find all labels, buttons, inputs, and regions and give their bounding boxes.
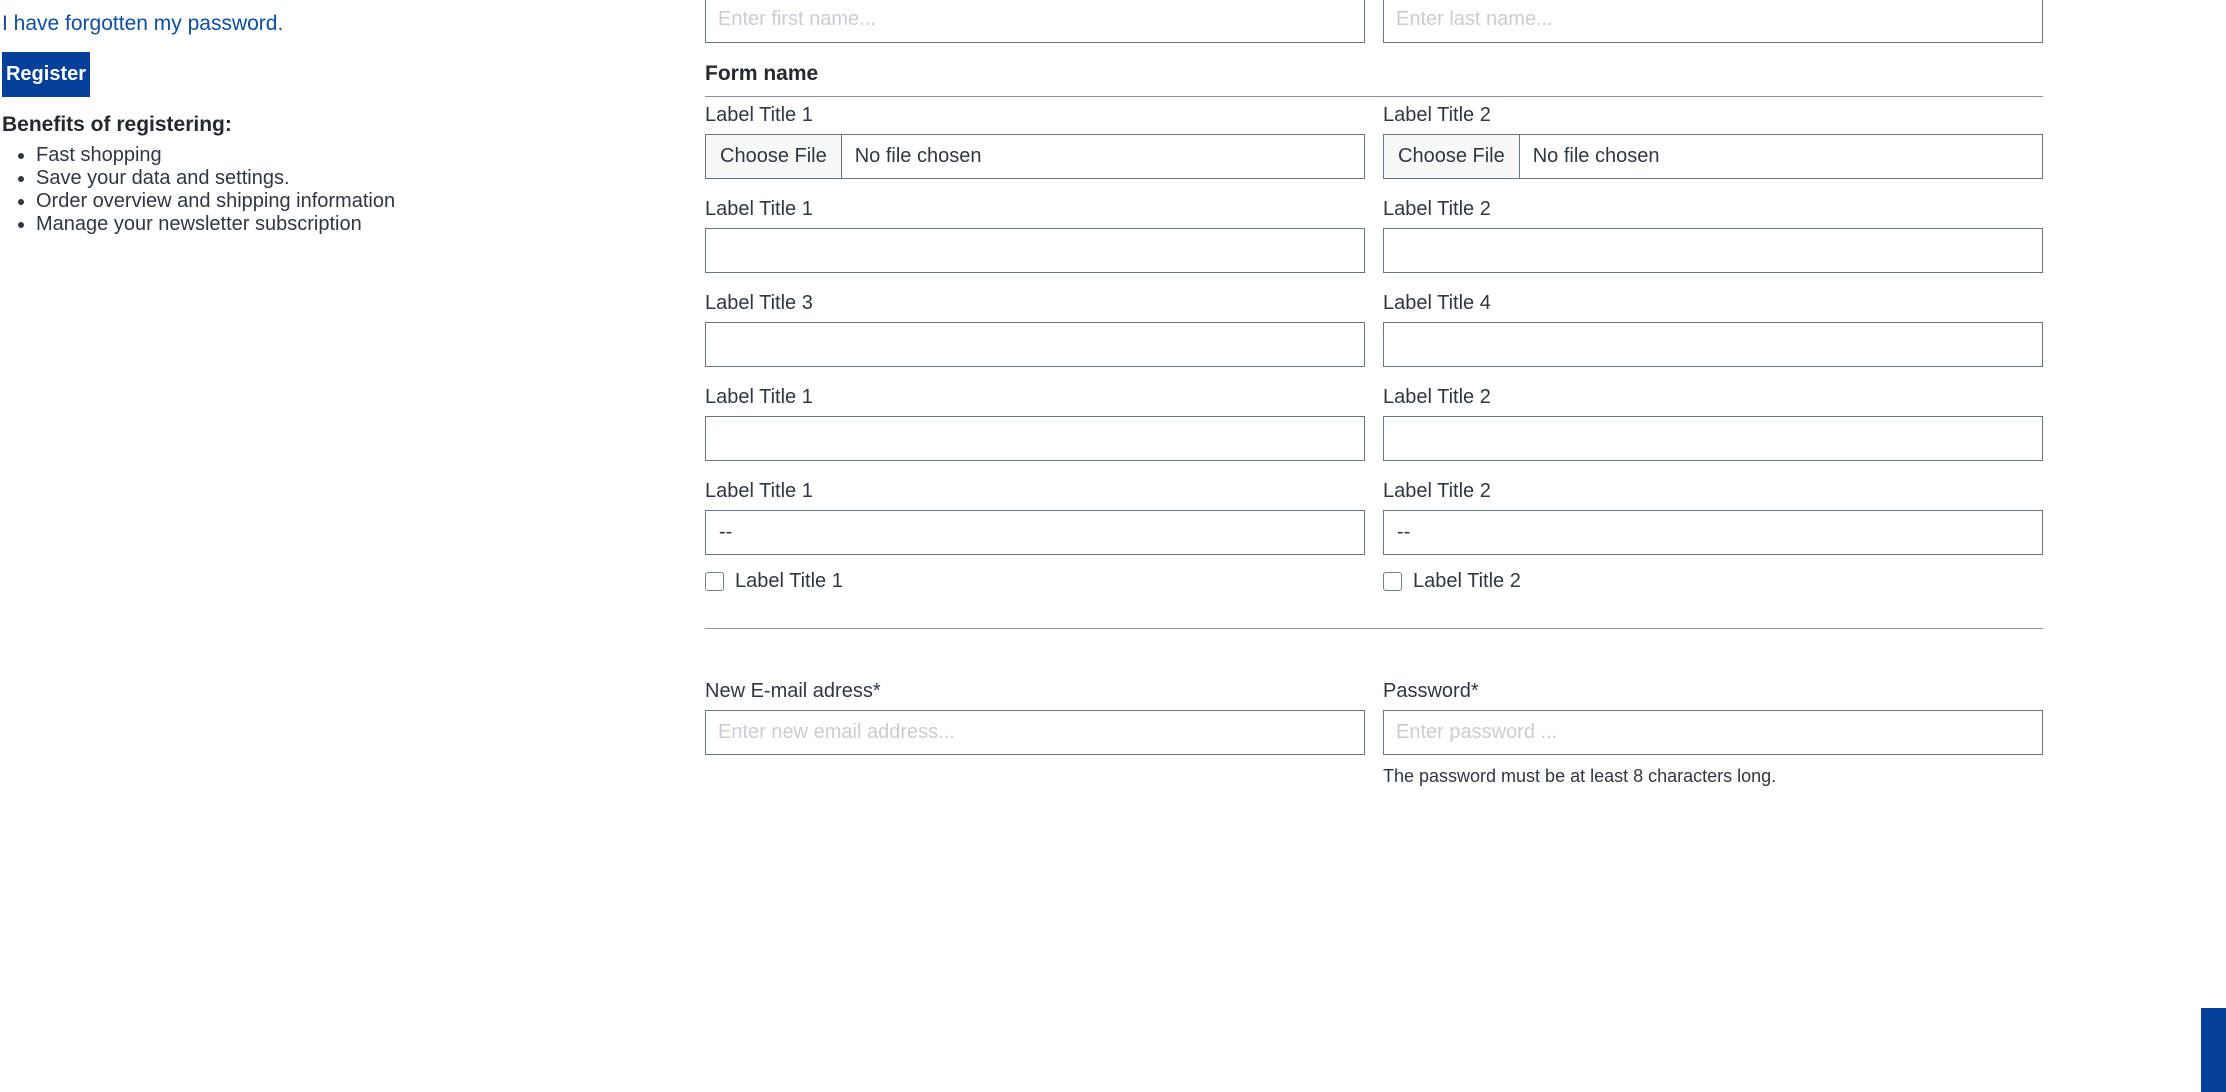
field-right: Label Title 4: [1383, 292, 2043, 367]
last-name-input[interactable]: [1383, 0, 2043, 43]
field-label: Label Title 2: [1383, 104, 1491, 126]
benefits-heading: Benefits of registering:: [2, 113, 232, 136]
file-field-left: Label Title 1 Choose File No file chosen: [705, 104, 1365, 179]
field-label: Label Title 2: [1383, 198, 1491, 220]
credentials-row: New E-mail adress* Password* The passwor…: [705, 680, 2043, 787]
checkbox-row: Label Title 1 Label Title 2: [705, 570, 2043, 593]
file-status-text: No file chosen: [854, 145, 982, 167]
password-hint-text: The password must be at least 8 characte…: [1383, 766, 1777, 786]
select-left[interactable]: --: [705, 510, 1365, 555]
first-name-input[interactable]: [705, 0, 1365, 43]
edge-accent-bar: [2201, 1008, 2226, 1092]
field-left: Label Title 1: [705, 198, 1365, 273]
name-row: [705, 0, 2043, 43]
field-label: Label Title 4: [1383, 292, 1491, 314]
field-right: Label Title 2: [1383, 198, 2043, 273]
email-field: New E-mail adress*: [705, 680, 1365, 787]
checkbox-unchecked-icon[interactable]: [1383, 572, 1402, 591]
list-item: Save your data and settings.: [36, 167, 395, 190]
text-input-b-right[interactable]: [1383, 322, 2043, 367]
section-divider: [705, 96, 2043, 97]
field-label: Label Title 3: [705, 292, 813, 314]
file-input-right[interactable]: Choose File No file chosen: [1383, 134, 2043, 179]
field-left: Label Title 1: [705, 386, 1365, 461]
file-field-right: Label Title 2 Choose File No file chosen: [1383, 104, 2043, 179]
field-label: Label Title 2: [1383, 480, 1491, 502]
text-input-row-c: Label Title 1 Label Title 2: [705, 386, 2043, 461]
file-status-text: No file chosen: [1532, 145, 1660, 167]
checkbox-label[interactable]: Label Title 2: [1413, 570, 1521, 593]
select-right[interactable]: --: [1383, 510, 2043, 555]
text-input-row-b: Label Title 3 Label Title 4: [705, 292, 2043, 367]
last-name-field: [1383, 0, 2043, 43]
checkbox-label[interactable]: Label Title 1: [735, 570, 843, 593]
field-label: Label Title 1: [705, 480, 813, 502]
choose-file-button[interactable]: Choose File: [706, 135, 842, 178]
field-right: Label Title 2: [1383, 386, 2043, 461]
select-value: --: [719, 521, 733, 543]
field-left: Label Title 1 --: [705, 480, 1365, 555]
field-label: Label Title 1: [705, 104, 813, 126]
list-item: Order overview and shipping information: [36, 190, 395, 213]
text-input-row-a: Label Title 1 Label Title 2: [705, 198, 2043, 273]
email-label: New E-mail adress*: [705, 680, 881, 702]
select-value: --: [1397, 521, 1411, 543]
section-divider: [705, 628, 2043, 629]
register-button[interactable]: Register: [2, 52, 90, 97]
field-label: Label Title 1: [705, 198, 813, 220]
file-input-left[interactable]: Choose File No file chosen: [705, 134, 1365, 179]
password-input[interactable]: [1383, 710, 2043, 755]
text-input-c-left[interactable]: [705, 416, 1365, 461]
text-input-a-right[interactable]: [1383, 228, 2043, 273]
text-input-a-left[interactable]: [705, 228, 1365, 273]
text-input-c-right[interactable]: [1383, 416, 2043, 461]
field-label: Label Title 1: [705, 386, 813, 408]
password-field: Password* The password must be at least …: [1383, 680, 2043, 787]
benefits-list: Fast shopping Save your data and setting…: [2, 144, 395, 236]
forgot-password-link[interactable]: I have forgotten my password.: [2, 12, 283, 36]
file-upload-row: Label Title 1 Choose File No file chosen…: [705, 104, 2043, 179]
list-item: Fast shopping: [36, 144, 395, 167]
field-right: Label Title 2 --: [1383, 480, 2043, 555]
section-heading: Form name: [705, 62, 819, 85]
checkbox-unchecked-icon[interactable]: [705, 572, 724, 591]
field-left: Label Title 3: [705, 292, 1365, 367]
choose-file-button[interactable]: Choose File: [1384, 135, 1520, 178]
first-name-field: [705, 0, 1365, 43]
list-item: Manage your newsletter subscription: [36, 213, 395, 236]
password-label: Password*: [1383, 680, 1479, 702]
email-input[interactable]: [705, 710, 1365, 755]
field-label: Label Title 2: [1383, 386, 1491, 408]
checkbox-field-left[interactable]: Label Title 1: [705, 570, 1365, 593]
select-row: Label Title 1 -- Label Title 2 --: [705, 480, 2043, 555]
checkbox-field-right[interactable]: Label Title 2: [1383, 570, 2043, 593]
text-input-b-left[interactable]: [705, 322, 1365, 367]
